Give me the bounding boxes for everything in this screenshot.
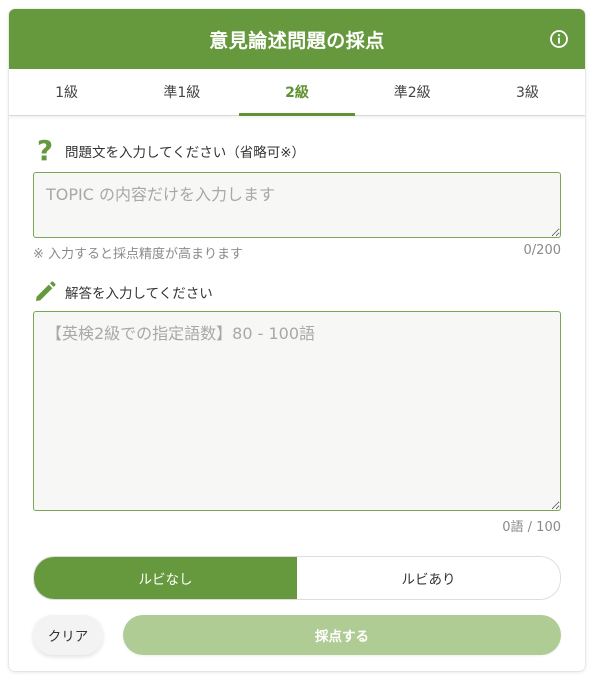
tab-grade-2[interactable]: 2級: [239, 69, 355, 116]
question-mark-icon: ?: [36, 134, 54, 167]
topic-char-counter: 0/200: [523, 243, 561, 258]
action-row: クリア 採点する: [33, 615, 561, 655]
topic-meta: ※ 入力すると採点精度が高まります 0/200: [33, 243, 561, 262]
info-icon[interactable]: [549, 29, 569, 49]
tab-grade-3[interactable]: 3級: [470, 69, 585, 115]
header-bar: 意見論述問題の採点: [9, 9, 585, 69]
topic-label: 問題文を入力してください（省略可※）: [65, 145, 306, 161]
topic-section: ? 問題文を入力してください（省略可※） ※ 入力すると採点精度が高まります 0…: [9, 134, 585, 262]
pencil-icon: [33, 279, 57, 305]
word-counter: 0語 / 100: [502, 520, 561, 535]
answer-input[interactable]: [33, 311, 561, 511]
ruby-off-button[interactable]: ルビなし: [34, 557, 297, 599]
answer-section: 解答を入力してください 0語 / 100: [9, 279, 585, 535]
tab-grade-pre1[interactable]: 準1級: [124, 69, 239, 115]
clear-button[interactable]: クリア: [33, 615, 103, 655]
page-title: 意見論述問題の採点: [209, 29, 385, 52]
answer-meta: 0語 / 100: [33, 516, 561, 535]
grade-tabs: 1級 準1級 2級 準2級 3級: [9, 69, 585, 116]
submit-button[interactable]: 採点する: [123, 615, 561, 655]
topic-input[interactable]: [33, 172, 561, 238]
ruby-toggle: ルビなし ルビあり: [33, 556, 561, 600]
tab-grade-1[interactable]: 1級: [9, 69, 124, 115]
ruby-on-button[interactable]: ルビあり: [297, 557, 560, 599]
topic-label-row: ? 問題文を入力してください（省略可※）: [33, 134, 561, 167]
topic-note: ※ 入力すると採点精度が高まります: [33, 247, 244, 262]
answer-label: 解答を入力してください: [65, 286, 213, 302]
answer-label-row: 解答を入力してください: [33, 279, 561, 305]
grading-card: 意見論述問題の採点 1級 準1級 2級 準2級 3級 ? 問題文を入力してくださ…: [9, 9, 585, 671]
tab-grade-pre2[interactable]: 準2級: [355, 69, 470, 115]
